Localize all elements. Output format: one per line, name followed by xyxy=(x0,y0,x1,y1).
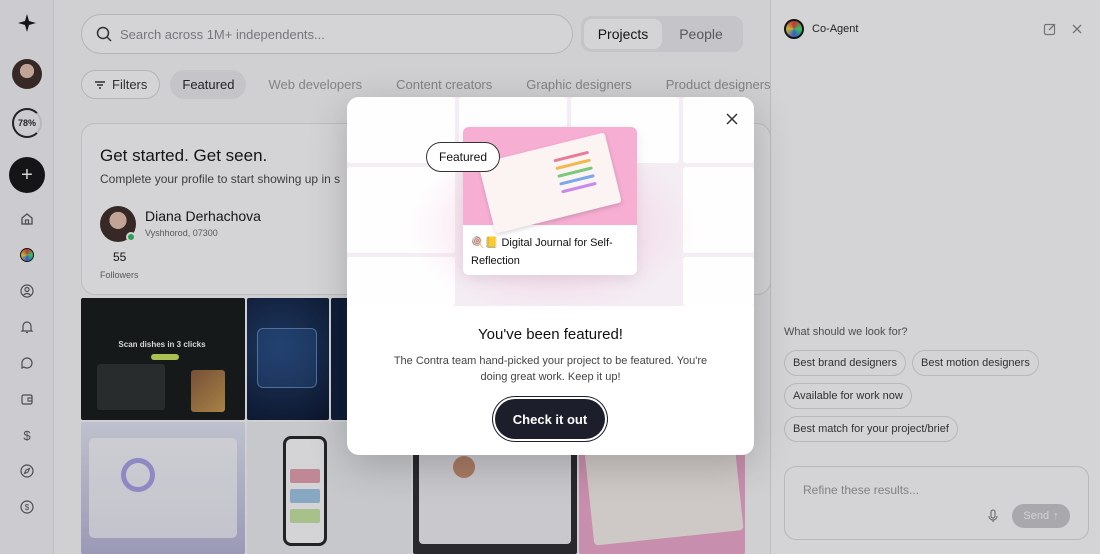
modal-close-icon[interactable] xyxy=(724,111,740,127)
project-title: 🍭📒 Digital Journal for Self-Reflection xyxy=(471,237,613,267)
check-it-out-button[interactable]: Check it out xyxy=(495,399,605,439)
featured-modal: 🍭📒 Digital Journal for Self-Reflection F… xyxy=(347,97,754,455)
journal-illustration xyxy=(478,132,622,234)
featured-badge: Featured xyxy=(426,142,501,172)
modal-hero: 🍭📒 Digital Journal for Self-Reflection F… xyxy=(347,97,754,306)
modal-heading: You've been featured! xyxy=(478,326,623,343)
modal-body: The Contra team hand-picked your project… xyxy=(393,355,708,383)
